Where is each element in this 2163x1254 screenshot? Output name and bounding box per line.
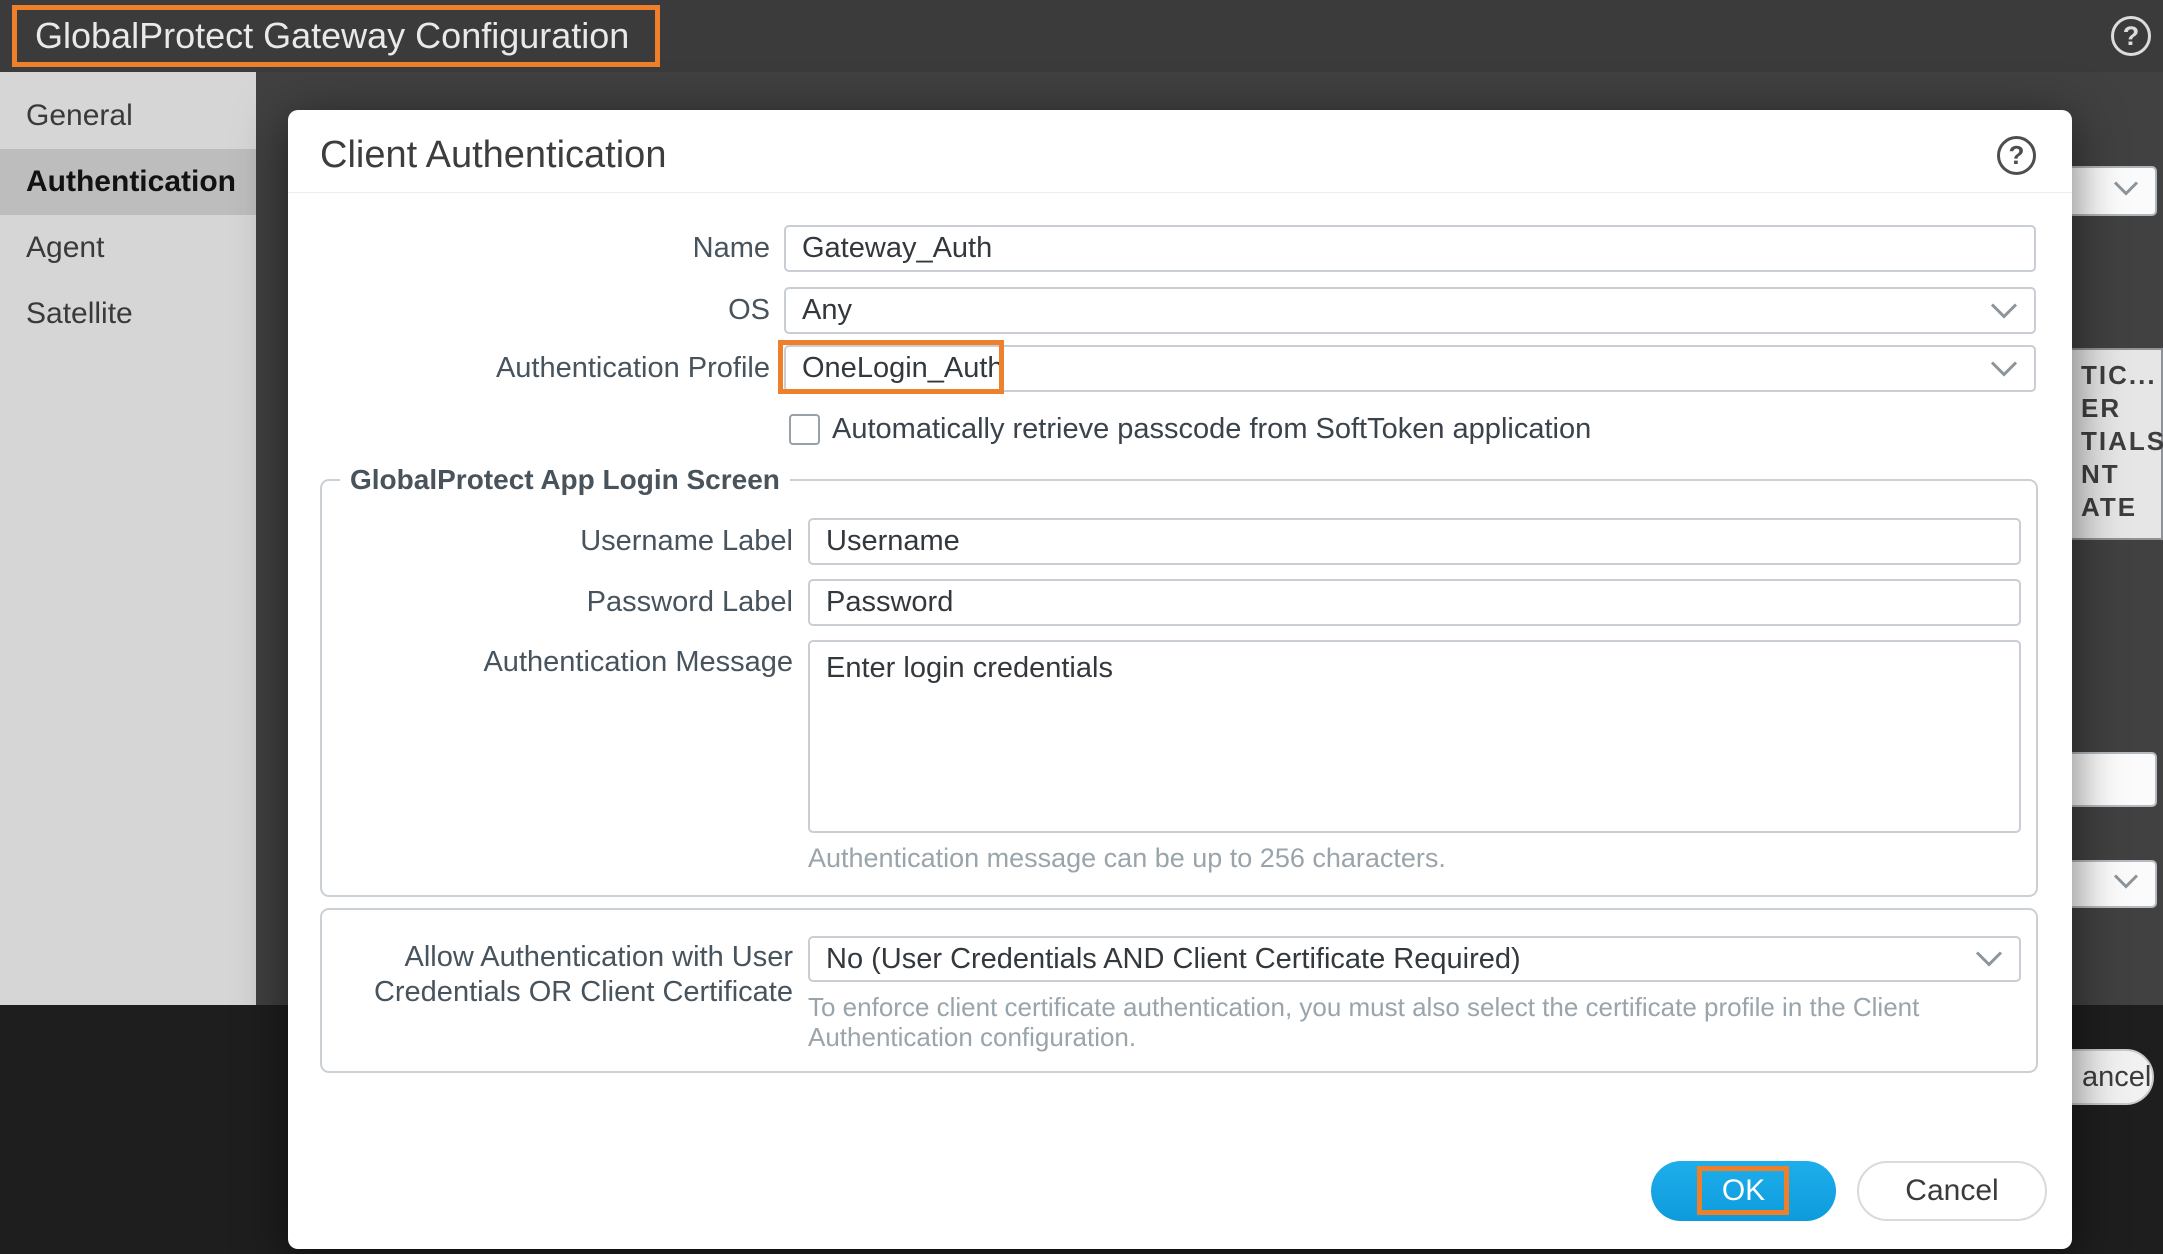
cert-auth-label-line1: Allow Authentication with User [322,942,793,972]
sidebar-item-general[interactable]: General [0,83,256,149]
sidebar: General Authentication Agent Satellite [0,72,256,1005]
ok-button[interactable]: OK [1651,1161,1836,1221]
window-title: GlobalProtect Gateway Configuration [35,15,629,57]
window-titlebar: GlobalProtect Gateway Configuration ? [0,0,2163,72]
os-select-value: Any [802,294,852,326]
auth-message-textarea[interactable]: Enter login credentials [808,640,2021,833]
client-authentication-dialog: Client Authentication ? Name Gateway_Aut… [288,110,2072,1249]
password-label-input[interactable]: Password [808,579,2021,626]
os-select[interactable]: Any [784,287,2036,334]
app-login-screen-group: GlobalProtect App Login Screen Username … [320,479,2038,897]
sidebar-item-satellite[interactable]: Satellite [0,281,256,347]
softtoken-checkbox[interactable] [789,414,820,445]
name-label: Name [288,225,770,272]
os-label: OS [288,287,770,334]
screen: GlobalProtect Gateway Configuration ? Ge… [0,0,2163,1254]
chevron-down-icon [1990,289,2018,332]
chevron-down-icon [1990,347,2018,390]
dialog-title: Client Authentication [320,134,666,177]
softtoken-checkbox-label: Automatically retrieve passcode from Sof… [832,414,1591,445]
client-cert-group: Allow Authentication with User Credentia… [320,908,2038,1073]
window-help-icon[interactable]: ? [2111,16,2151,56]
auth-profile-select[interactable]: OneLogin_Auth [784,345,2036,392]
cert-auth-hint: To enforce client certificate authentica… [808,992,2078,1052]
title-highlight-box: GlobalProtect Gateway Configuration [12,5,660,67]
auth-message-label: Authentication Message [322,647,793,677]
name-input[interactable]: Gateway_Auth [784,225,2036,272]
chevron-down-icon [2113,874,2139,895]
chevron-down-icon [1975,938,2003,981]
cert-auth-select-value: No (User Credentials AND Client Certific… [826,943,1521,975]
truncated-text-line: TIALS [2081,425,2161,458]
password-label-label: Password Label [322,579,793,626]
username-label-label: Username Label [322,518,793,565]
dialog-help-icon[interactable]: ? [1997,136,2036,175]
cancel-button[interactable]: Cancel [1857,1161,2047,1221]
sidebar-item-authentication[interactable]: Authentication [0,149,256,215]
app-login-screen-legend: GlobalProtect App Login Screen [340,464,790,496]
cert-auth-select[interactable]: No (User Credentials AND Client Certific… [808,936,2021,982]
auth-profile-select-value: OneLogin_Auth [802,352,1004,384]
truncated-text-line: ATE [2081,491,2161,524]
auth-message-hint: Authentication message can be up to 256 … [808,843,1446,873]
truncated-text-line: NT [2081,458,2161,491]
chevron-down-icon [2113,181,2139,202]
auth-profile-label: Authentication Profile [288,345,770,392]
username-label-input[interactable]: Username [808,518,2021,565]
dialog-header-divider [288,192,2072,193]
cert-auth-label-line2: Credentials OR Client Certificate [322,977,793,1007]
truncated-text-line: TIC... [2081,359,2161,392]
truncated-text-line: ER [2081,392,2161,425]
sidebar-item-agent[interactable]: Agent [0,215,256,281]
